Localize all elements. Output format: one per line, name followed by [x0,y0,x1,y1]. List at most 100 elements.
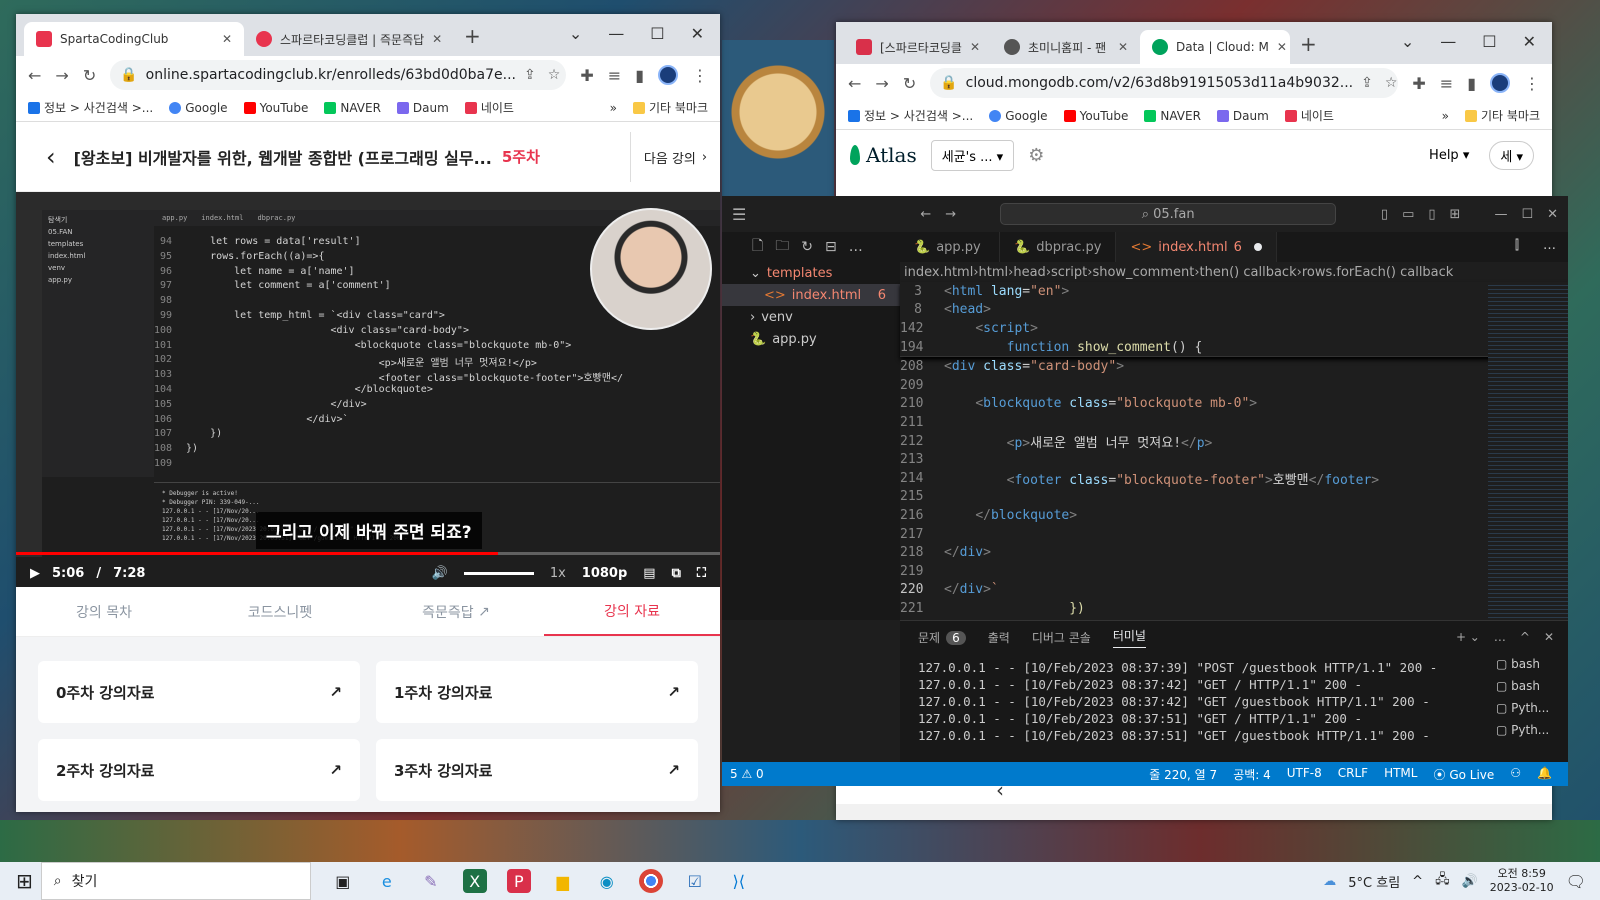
sidepanel-icon[interactable]: ▮ [635,66,644,85]
terminal-instance[interactable]: ▢ Pyth... [1496,697,1568,719]
breadcrumb-item[interactable]: show_comment [1092,265,1194,280]
bookmark-item[interactable]: Daum [396,101,449,115]
more-actions-icon[interactable]: … [1531,232,1568,262]
refresh-icon[interactable]: ↻ [801,239,813,255]
language-mode[interactable]: HTML [1384,766,1417,783]
left-tab-0[interactable]: SpartaCodingClub ✕ [24,22,244,56]
volume-icon[interactable]: 🔊 [1462,874,1478,889]
nav-forward-icon[interactable]: → [945,207,956,222]
cursor-position[interactable]: 줄 220, 열 7 [1149,766,1217,783]
reading-list-icon[interactable]: ≡ [1440,74,1453,93]
tab-code-snippet[interactable]: 코드스니펫 [192,587,368,636]
network-icon[interactable]: 🖧 [1435,870,1450,892]
org-selector[interactable]: 세균's ... ▾ [930,139,1015,171]
terminal-instance[interactable]: ▢ Pyth... [1496,719,1568,741]
bookmark-folder[interactable]: 기타 북마크 [1464,107,1540,124]
bookmark-item[interactable]: NAVER [324,101,381,115]
maximize-panel-icon[interactable]: ^ [1520,630,1530,644]
tab-dbprac-py[interactable]: 🐍 dbprac.py [1000,232,1117,262]
breadcrumb-item[interactable]: html [979,265,1009,280]
problems-status[interactable]: 5 ⚠ 0 [730,767,764,781]
close-window-icon[interactable]: ✕ [1547,207,1558,222]
bookmark-item[interactable]: YouTube [1063,109,1128,123]
explorer-item-index-html[interactable]: <> index.html 6 [722,284,900,306]
minimize-icon[interactable]: — [1440,32,1456,51]
eol[interactable]: CRLF [1338,766,1368,783]
new-terminal-icon[interactable]: + ⌄ [1456,630,1480,644]
subtitles-icon[interactable]: ▤ [643,566,655,581]
close-tab-icon[interactable]: ✕ [432,32,442,46]
close-tab-icon[interactable]: ✕ [222,32,232,46]
breadcrumb-item[interactable]: then() callback [1200,265,1297,280]
share-icon[interactable]: ⇪ [1361,75,1373,91]
minimap[interactable] [1488,282,1568,620]
fullscreen-icon[interactable]: ⛶ [697,566,706,581]
close-window-icon[interactable]: ✕ [691,24,704,43]
forward-icon[interactable]: → [55,66,68,85]
close-window-icon[interactable]: ✕ [1523,32,1536,51]
profile-avatar[interactable] [658,65,678,85]
tray-expand-icon[interactable]: ^ [1412,874,1423,889]
right-tab-2[interactable]: Data | Cloud: M ✕ [1140,30,1290,64]
taskbar-search[interactable]: ⌕ 찾기 [40,862,311,900]
material-card-0[interactable]: 0주차 강의자료 ↗ [38,661,360,723]
tab-qna[interactable]: 즉문즉답 ↗ [368,587,544,636]
panel-tab[interactable]: 터미널 [1112,627,1146,648]
new-folder-icon[interactable]: 🗀 [775,235,789,259]
bookmark-item[interactable]: YouTube [243,101,308,115]
more-actions-icon[interactable]: … [849,239,863,255]
bookmark-item[interactable]: Daum [1216,109,1269,123]
profile-avatar[interactable] [1490,73,1510,93]
right-tab-1[interactable]: 초미니홈피 - 팬 ✕ [992,30,1140,64]
encoding[interactable]: UTF-8 [1287,766,1322,783]
more-bookmarks-icon[interactable]: » [610,101,617,115]
bookmark-item[interactable]: 네이트 [464,99,514,116]
close-tab-icon[interactable]: ✕ [1118,40,1128,54]
vscode-taskbar-icon[interactable]: ⟩⟨ [727,869,751,893]
terminal-output[interactable]: 127.0.0.1 - - [10/Feb/2023 08:37:39] "PO… [900,653,1568,750]
omnibox[interactable]: 🔒 online.spartacodingclub.kr/enrolleds/6… [110,60,567,90]
clock[interactable]: 오전 8:59 2023-02-10 [1490,867,1554,895]
maximize-icon[interactable]: ☐ [650,24,664,43]
menu-icon[interactable]: ⋮ [692,66,708,85]
toggle-secondary-icon[interactable]: ▯ [1428,207,1435,222]
windows-start-icon[interactable]: ⊞ [16,869,33,893]
extensions-icon[interactable]: ✚ [580,66,593,85]
bookmark-item[interactable]: Google [169,101,228,115]
file-explorer-icon[interactable]: ▆ [551,869,575,893]
excel-icon[interactable]: X [462,869,487,893]
star-icon[interactable]: ☆ [1385,75,1398,91]
share-icon[interactable]: ⇪ [524,67,536,83]
panel-tab[interactable]: 디버그 콘솔 [1032,629,1091,646]
material-card-2[interactable]: 2주차 강의자료 ↗ [38,739,360,801]
material-card-3[interactable]: 3주차 강의자료 ↗ [376,739,698,801]
minimize-icon[interactable]: — [1494,207,1507,222]
speed-label[interactable]: 1x [550,566,566,581]
maximize-icon[interactable]: ☐ [1482,32,1496,51]
weather-text[interactable]: 5°C 흐림 [1348,872,1400,891]
omnibox[interactable]: 🔒 cloud.mongodb.com/v2/63d8b91915053d11a… [930,68,1399,98]
pip-icon[interactable]: ⧉ [672,566,681,581]
bookmark-item[interactable]: NAVER [1144,109,1201,123]
breadcrumb-item[interactable]: index.html [904,265,973,280]
reading-list-icon[interactable]: ≡ [608,66,621,85]
command-center-search[interactable]: ⌕ 05.fan [1000,203,1337,225]
more-bookmarks-icon[interactable]: » [1442,109,1449,123]
back-icon[interactable]: ← [848,74,861,93]
close-tab-icon[interactable]: ✕ [970,40,980,54]
tab-index-html[interactable]: <> index.html 6 [1116,232,1277,262]
breadcrumb-item[interactable]: script [1051,265,1087,280]
new-tab-button[interactable]: + [1290,32,1327,64]
chrome-icon[interactable] [638,869,663,893]
horizontal-scrollbar[interactable] [836,804,1552,820]
split-editor-icon[interactable]: ⫿ [1503,232,1531,262]
next-lecture-button[interactable]: 다음 강의 › [630,132,720,182]
minimize-icon[interactable]: — [608,24,624,43]
task-view-icon[interactable]: ▣ [331,869,355,893]
toggle-sidebar-icon[interactable]: ▯ [1381,207,1388,222]
edge-icon[interactable]: ◉ [595,869,619,893]
quality-label[interactable]: 1080p [582,566,628,581]
hamburger-menu-icon[interactable]: ☰ [732,205,746,224]
notifications-bell-icon[interactable]: 🔔 [1537,766,1552,783]
settings-gear-icon[interactable]: ⚙ [1028,145,1044,166]
